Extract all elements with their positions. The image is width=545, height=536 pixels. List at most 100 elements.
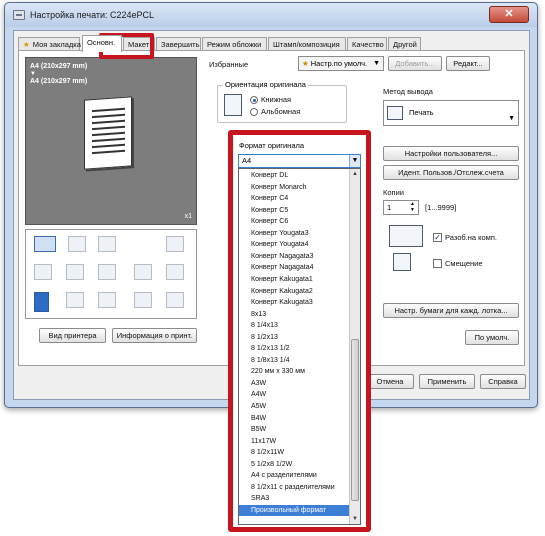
original-size-list: Произвольный формат SRA3 8 1/2x11 с раздел… [238, 168, 361, 525]
favorites-label: Избранные [209, 60, 249, 69]
list-item[interactable]: Конверт Yougata4 [239, 239, 350, 251]
original-size-label: Формат оригинала [239, 141, 305, 150]
defaults-button[interactable]: По умолч. [465, 330, 519, 345]
feature-icon-grid [25, 229, 197, 319]
list-item[interactable]: 5 1/2x8 1/2W [239, 459, 350, 471]
star-icon: ★ [23, 40, 30, 49]
list-item[interactable]: Конверт Monarch [239, 182, 350, 194]
list-item[interactable]: Конверт Yougata3 [239, 228, 350, 240]
scroll-down-icon[interactable]: ▼ [350, 514, 360, 524]
stamp-icon[interactable] [166, 264, 184, 280]
list-item[interactable]: Конверт Nagagata3 [239, 251, 350, 263]
favorites-icon: ★ [302, 59, 309, 68]
paper-per-tray-button[interactable]: Настр. бумаги для кажд. лотка... [383, 303, 519, 318]
duplex-icon[interactable] [68, 236, 86, 252]
list-item[interactable]: 8x13 [239, 309, 350, 321]
landscape-label: Альбомная [261, 107, 301, 116]
printer-info-button[interactable]: Информация о принт. [112, 328, 197, 343]
orientation-group: Ориентация оригинала Книжная Альбомная [217, 80, 347, 123]
list-item[interactable]: Конверт DL [239, 170, 350, 182]
offset-label: Смещение [445, 259, 483, 268]
list-scrollbar[interactable]: ▲ ▼ [349, 169, 360, 524]
copies-input[interactable]: 1 ▲ ▼ [383, 200, 419, 215]
tab-other[interactable]: Другой [388, 37, 421, 51]
list-item[interactable]: SRA3 [239, 493, 350, 505]
cover-icon[interactable] [134, 264, 152, 280]
list-item[interactable]: Конверт Kakugata1 [239, 274, 350, 286]
list-item[interactable]: Конверт C5 [239, 205, 350, 217]
list-item[interactable]: A4W [239, 389, 350, 401]
list-item[interactable]: 220 мм x 330 мм [239, 366, 350, 378]
combine-icon[interactable] [66, 264, 84, 280]
tab-my-tab[interactable]: ★ Моя закладка [18, 37, 81, 51]
punch-icon[interactable] [98, 264, 116, 280]
output-method-select[interactable]: Печать ▼ [383, 100, 519, 126]
user-auth-button[interactable]: Идент. Пользов./Отслеж.счета [383, 165, 519, 180]
portrait-label: Книжная [261, 95, 292, 104]
header-footer-icon[interactable] [134, 292, 152, 308]
cancel-button[interactable]: Отмена [366, 374, 414, 389]
list-item[interactable]: 8 1/8x13 1/4 [239, 355, 350, 367]
list-item[interactable]: Конверт C6 [239, 216, 350, 228]
chevron-down-icon[interactable]: ▼ [349, 155, 360, 167]
list-item[interactable]: A4 с разделителями [239, 470, 350, 482]
print-mode-icon[interactable] [34, 236, 56, 252]
original-size-select[interactable]: A4 ▼ [238, 154, 361, 168]
original-size-dropdown: Формат оригинала A4 ▼ Произвольный форма… [228, 130, 371, 532]
copies-range: [1...9999] [425, 203, 457, 212]
edit-favorite-button[interactable]: Редакт... [446, 56, 490, 71]
list-item[interactable]: Конверт Kakugata2 [239, 286, 350, 298]
orientation-title: Ориентация оригинала [223, 80, 308, 89]
list-item[interactable]: Произвольный формат [239, 504, 350, 517]
portrait-radio[interactable] [250, 96, 258, 104]
list-item[interactable]: 8 1/2x13 [239, 332, 350, 344]
offset-icon [393, 253, 411, 271]
list-item[interactable]: 8 1/2x11W [239, 447, 350, 459]
list-item[interactable]: B5W [239, 424, 350, 436]
overlay-icon[interactable] [98, 292, 116, 308]
user-settings-button[interactable]: Настройки пользователя... [383, 146, 519, 161]
tab-basic[interactable]: Основн. [82, 35, 122, 52]
landscape-radio[interactable] [250, 108, 258, 116]
list-item[interactable]: 8 1/2x11 с разделителями [239, 482, 350, 494]
chevron-down-icon: ▼ [508, 115, 515, 122]
list-item[interactable]: 8 1/4x13 [239, 320, 350, 332]
close-button[interactable]: ✕ [489, 6, 529, 23]
preview-original-size: A4 (210x297 mm) [30, 78, 88, 85]
list-item[interactable]: 8 1/2x13 1/2 [239, 343, 350, 355]
output-method-label: Метод вывода [383, 87, 433, 96]
collate-label: Разоб.на комп. [445, 233, 497, 242]
add-favorite-button[interactable]: Добавить... [388, 56, 442, 71]
copies-label: Копии [383, 188, 404, 197]
printer-view-button[interactable]: Вид принтера [39, 328, 106, 343]
phone-icon[interactable] [34, 292, 49, 312]
tab-quality[interactable]: Качество [347, 37, 387, 51]
collate-checkbox[interactable]: ✓ [433, 233, 442, 242]
staple-icon[interactable] [34, 264, 52, 280]
list-item[interactable]: A3W [239, 378, 350, 390]
tab-finishing[interactable]: Завершить [156, 37, 201, 51]
paper-preview: A4 (210x297 mm) ▼ A4 (210x297 mm) x1 [25, 57, 197, 225]
offset-checkbox[interactable] [433, 259, 442, 268]
help-button[interactable]: Справка [480, 374, 526, 389]
scroll-up-icon[interactable]: ▲ [350, 169, 360, 179]
printer-icon [13, 10, 25, 20]
booklet-icon[interactable] [98, 236, 116, 252]
list-item[interactable]: 11x17W [239, 436, 350, 448]
list-item[interactable]: Конверт Nagagata4 [239, 262, 350, 274]
tab-stamp[interactable]: Штамп/композиция [268, 37, 346, 51]
list-item[interactable]: Конверт Kakugata3 [239, 297, 350, 309]
apply-button[interactable]: Применить [419, 374, 475, 389]
list-item[interactable]: A5W [239, 401, 350, 413]
watermark-icon[interactable] [66, 292, 84, 308]
chevron-down-icon: ▼ [373, 60, 380, 67]
tab-cover-mode[interactable]: Режим обложки [202, 37, 267, 51]
scroll-thumb[interactable] [351, 339, 359, 501]
favorites-select[interactable]: ★ Настр.по умолч. ▼ [298, 56, 384, 71]
spin-arrows-icon[interactable]: ▲ ▼ [410, 201, 415, 213]
fold-icon[interactable] [166, 236, 184, 252]
preview-output-size: A4 (210x297 mm) [30, 63, 88, 70]
list-item[interactable]: Конверт C4 [239, 193, 350, 205]
list-item[interactable]: B4W [239, 413, 350, 425]
quality-icon[interactable] [166, 292, 184, 308]
